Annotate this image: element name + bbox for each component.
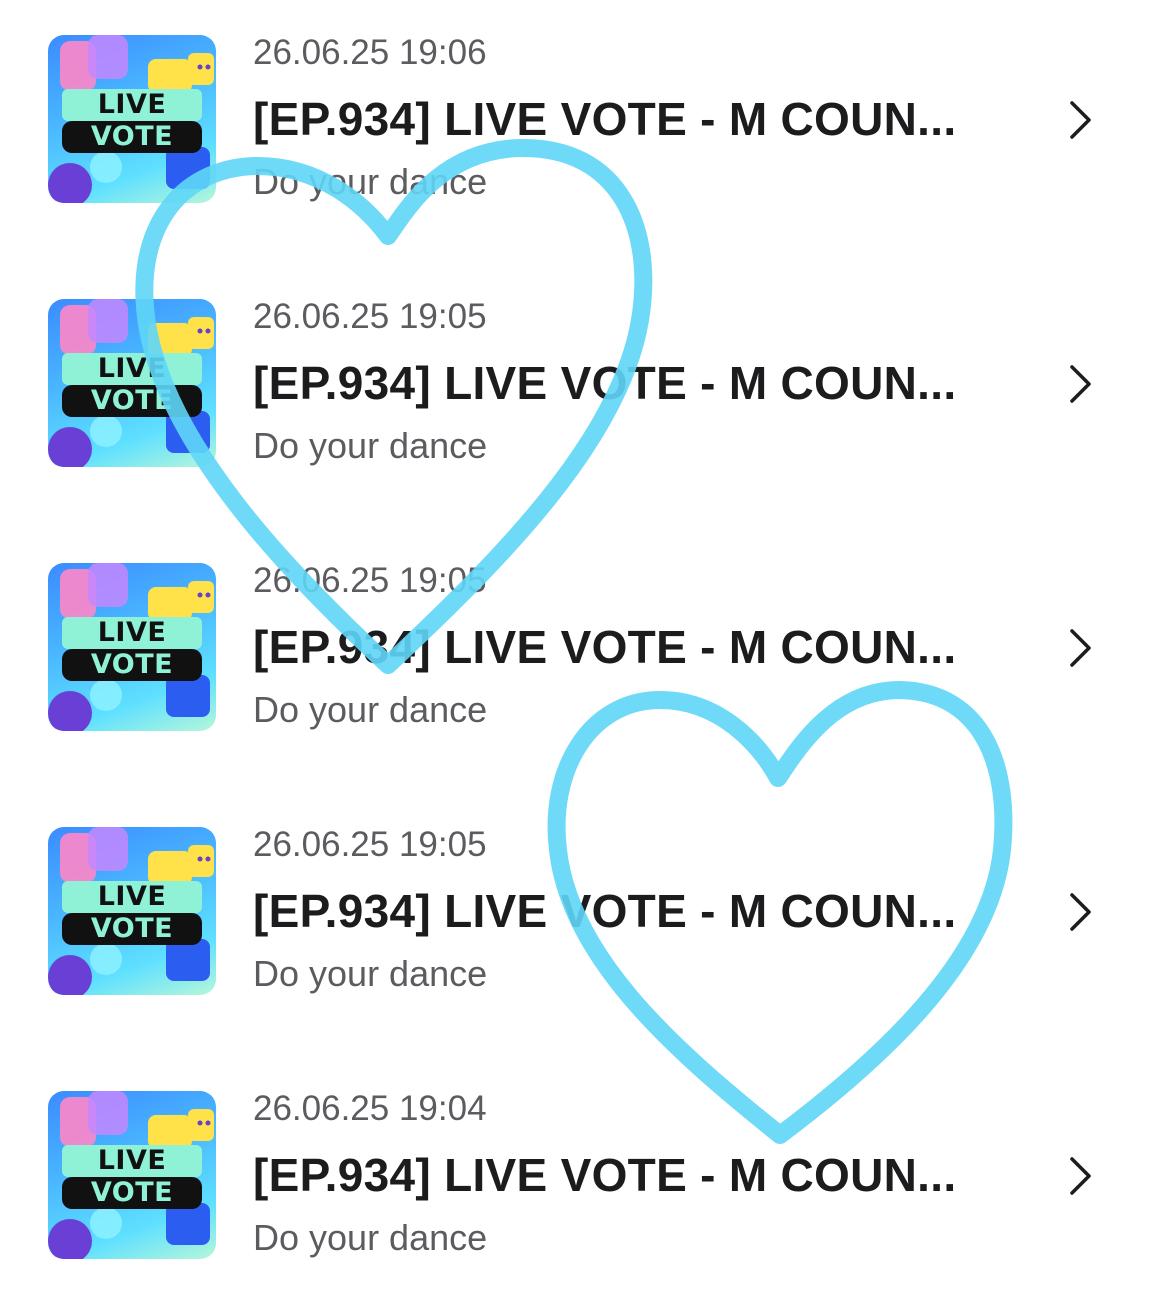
notification-row[interactable]: LIVE VOTE 26.06.25 19:04 [EP.934] LIVE V… (0, 1056, 1170, 1296)
chevron-right-icon[interactable] (1062, 98, 1098, 142)
thumbnail-line1: LIVE (97, 881, 167, 912)
notification-row[interactable]: LIVE VOTE 26.06.25 19:05 [EP.934] LIVE V… (0, 264, 1170, 504)
thumbnail-line2: VOTE (90, 913, 174, 944)
notification-subtitle: Do your dance (253, 689, 488, 730)
live-vote-thumbnail: LIVE VOTE (48, 563, 216, 731)
thumbnail-line2: VOTE (90, 649, 174, 680)
thumbnail-line1: LIVE (97, 89, 167, 120)
live-vote-thumbnail: LIVE VOTE (48, 1091, 216, 1259)
notification-title: [EP.934] LIVE VOTE - M COUN... (253, 357, 957, 409)
notification-date: 26.06.25 19:04 (253, 1089, 487, 1128)
chevron-right-icon[interactable] (1062, 362, 1098, 406)
notification-subtitle: Do your dance (253, 1217, 488, 1258)
notification-date: 26.06.25 19:05 (253, 561, 487, 600)
notification-title: [EP.934] LIVE VOTE - M COUN... (253, 885, 957, 937)
notification-date: 26.06.25 19:05 (253, 297, 487, 336)
live-vote-thumbnail: LIVE VOTE (48, 35, 216, 203)
live-vote-thumbnail: LIVE VOTE (48, 827, 216, 995)
notification-date: 26.06.25 19:06 (253, 33, 487, 72)
thumbnail-line2: VOTE (90, 1177, 174, 1208)
thumbnail-line1: LIVE (97, 353, 167, 384)
notification-title: [EP.934] LIVE VOTE - M COUN... (253, 1149, 957, 1201)
live-vote-thumbnail: LIVE VOTE (48, 299, 216, 467)
thumbnail-line2: VOTE (90, 385, 174, 416)
thumbnail-line2: VOTE (90, 121, 174, 152)
chevron-right-icon[interactable] (1062, 1154, 1098, 1198)
notification-date: 26.06.25 19:05 (253, 825, 487, 864)
notification-subtitle: Do your dance (253, 425, 488, 466)
notification-row[interactable]: LIVE VOTE 26.06.25 19:05 [EP.934] LIVE V… (0, 528, 1170, 768)
thumbnail-line1: LIVE (97, 1145, 167, 1176)
notification-title: [EP.934] LIVE VOTE - M COUN... (253, 93, 957, 145)
notification-title: [EP.934] LIVE VOTE - M COUN... (253, 621, 957, 673)
notification-row[interactable]: LIVE VOTE 26.06.25 19:06 [EP.934] LIVE V… (0, 0, 1170, 240)
notification-subtitle: Do your dance (253, 953, 488, 994)
notification-row[interactable]: LIVE VOTE 26.06.25 19:05 [EP.934] LIVE V… (0, 792, 1170, 1032)
chevron-right-icon[interactable] (1062, 890, 1098, 934)
thumbnail-line1: LIVE (97, 617, 167, 648)
notification-subtitle: Do your dance (253, 161, 488, 202)
chevron-right-icon[interactable] (1062, 626, 1098, 670)
